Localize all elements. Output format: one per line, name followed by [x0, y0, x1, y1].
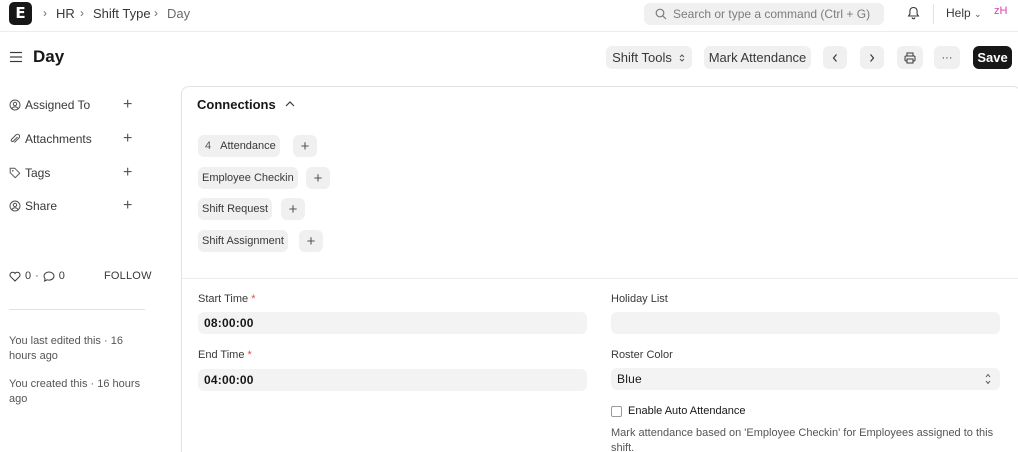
help-menu[interactable]: Help ⌄: [946, 6, 982, 20]
sidebar-item-share[interactable]: Share: [9, 199, 57, 213]
holiday-list-field[interactable]: [611, 312, 1000, 334]
last-edited-note: You last edited this · 16 hours ago: [9, 335, 123, 362]
help-label: Help: [946, 6, 971, 20]
start-time-label-text: Start Time: [198, 293, 249, 305]
sidebar-item-tags[interactable]: Tags: [9, 166, 50, 180]
page-title: Day: [33, 47, 65, 66]
sidebar-toggle-icon[interactable]: [9, 51, 23, 63]
add-tag-plus-icon[interactable]: +: [123, 165, 132, 181]
add-attendance-button[interactable]: +: [293, 135, 317, 157]
connection-label: Attendance: [220, 140, 276, 152]
add-employee-checkin-button[interactable]: +: [306, 167, 330, 189]
add-shift-assignment-button[interactable]: +: [299, 230, 323, 252]
user-add-icon: [9, 99, 21, 111]
sidebar-item-attachments[interactable]: Attachments: [9, 132, 92, 146]
roster-color-label: Roster Color: [611, 349, 673, 361]
add-share-plus-icon[interactable]: +: [123, 198, 132, 214]
comment-icon[interactable]: [43, 270, 55, 282]
holiday-list-label: Holiday List: [611, 293, 668, 305]
start-time-label: Start Time *: [198, 293, 255, 305]
avatar[interactable]: zH: [994, 5, 1007, 17]
breadcrumb-shift-type[interactable]: Shift Type: [93, 6, 151, 21]
paperclip-icon: [10, 133, 21, 143]
add-assignee-plus-icon[interactable]: +: [123, 97, 132, 113]
navbar-divider: [933, 4, 934, 24]
connection-count: 4: [205, 140, 212, 152]
more-options-button[interactable]: ···: [934, 46, 960, 69]
save-button[interactable]: Save: [973, 46, 1012, 69]
sidebar-item-label: Tags: [25, 166, 51, 180]
top-navbar: E › HR › Shift Type › Day Search or type…: [0, 0, 1018, 32]
enable-auto-attendance-checkbox[interactable]: [611, 406, 622, 417]
share-icon: [9, 200, 21, 212]
section-divider: [182, 278, 1018, 279]
connection-employee-checkin[interactable]: Employee Checkin: [198, 167, 298, 189]
required-mark: *: [251, 293, 256, 305]
chevron-left-icon: [832, 53, 837, 62]
previous-doc-button[interactable]: [823, 46, 847, 69]
end-time-label: End Time *: [198, 349, 252, 361]
chevron-right-icon: ›: [80, 6, 84, 20]
heart-icon[interactable]: [9, 271, 21, 282]
search-icon: [655, 8, 667, 20]
sidebar-item-label: Share: [25, 199, 58, 213]
chevron-right-icon: [870, 53, 875, 62]
end-time-label-text: End Time: [198, 349, 245, 361]
chevron-right-icon: ›: [43, 6, 47, 20]
auto-attendance-description: Mark attendance based on 'Employee Check…: [611, 427, 994, 452]
chevron-down-icon: ⌄: [974, 9, 982, 19]
connection-label: Shift Assignment: [202, 235, 284, 247]
connection-attendance[interactable]: 4 Attendance: [198, 135, 280, 157]
sidebar-item-label: Assigned To: [25, 98, 91, 112]
connection-label: Employee Checkin: [202, 172, 294, 184]
likes-comments: 0 · 0: [9, 270, 65, 282]
required-mark: *: [247, 349, 252, 361]
sidebar-item-assigned-to[interactable]: Assigned To: [9, 98, 90, 112]
separator-dot: ·: [35, 270, 39, 282]
likes-count: 0: [25, 270, 32, 282]
printer-icon: [904, 52, 916, 63]
sidebar-item-label: Attachments: [25, 132, 92, 146]
next-doc-button[interactable]: [860, 46, 884, 69]
connection-label: Shift Request: [202, 203, 269, 215]
add-shift-request-button[interactable]: +: [281, 198, 305, 220]
connections-title[interactable]: Connections: [197, 97, 276, 112]
breadcrumb-hr[interactable]: HR: [56, 6, 75, 21]
sidebar-divider: [9, 309, 145, 310]
select-arrows-icon: [985, 373, 991, 385]
shift-tools-button[interactable]: Shift Tools: [606, 46, 692, 69]
created-note: You created this · 16 hours ago: [9, 378, 141, 405]
chevron-up-icon[interactable]: [284, 99, 296, 109]
roster-color-select[interactable]: Blue: [611, 368, 1000, 390]
tag-icon: [9, 167, 21, 179]
follow-button[interactable]: FOLLOW: [104, 270, 152, 282]
chevron-right-icon: ›: [154, 6, 158, 20]
mark-attendance-button[interactable]: Mark Attendance: [704, 46, 811, 69]
add-attachment-plus-icon[interactable]: +: [123, 131, 132, 147]
shift-tools-label: Shift Tools: [612, 50, 672, 65]
roster-color-value: Blue: [617, 372, 642, 386]
search-placeholder: Search or type a command (Ctrl + G): [673, 7, 871, 21]
print-button[interactable]: [897, 46, 923, 69]
enable-auto-attendance-label[interactable]: Enable Auto Attendance: [628, 405, 745, 417]
connection-shift-request[interactable]: Shift Request: [198, 198, 273, 220]
search-input[interactable]: Search or type a command (Ctrl + G): [644, 3, 884, 25]
end-time-field[interactable]: 04:00:00: [198, 369, 587, 391]
select-arrows-icon: [679, 53, 685, 62]
logo-letter: E: [15, 4, 26, 22]
connection-shift-assignment[interactable]: Shift Assignment: [198, 230, 288, 252]
comments-count: 0: [58, 270, 65, 282]
bell-icon[interactable]: [907, 6, 920, 20]
app-logo[interactable]: E: [9, 2, 32, 25]
breadcrumb-current[interactable]: Day: [167, 6, 190, 21]
start-time-field[interactable]: 08:00:00: [198, 312, 587, 334]
